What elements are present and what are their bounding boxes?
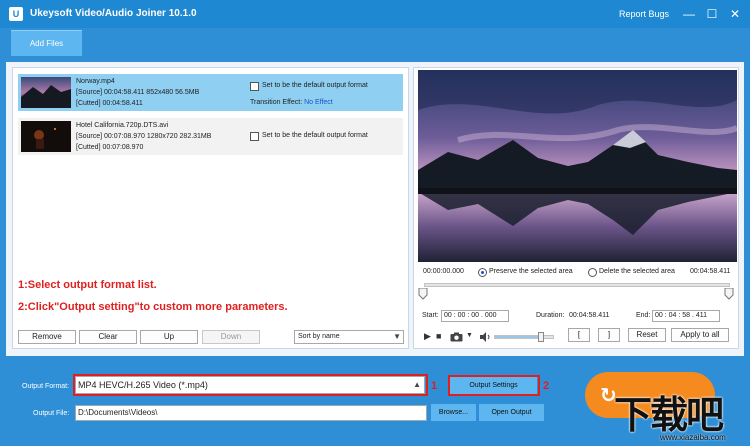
default-format-checkbox[interactable] — [250, 82, 259, 91]
start-marker-handle[interactable] — [418, 288, 428, 300]
highlight-box-settings — [448, 375, 540, 396]
output-file-input[interactable]: D:\Documents\Videos\ — [75, 405, 427, 421]
delete-area-label: Delete the selected area — [599, 268, 675, 275]
down-button[interactable]: Down — [202, 330, 260, 344]
marker-2: 2 — [543, 380, 550, 392]
close-button[interactable]: ✕ — [727, 5, 743, 23]
chevron-down-icon[interactable]: ▼ — [466, 332, 473, 339]
file-list-item[interactable]: Hotel California.720p.DTS.avi [Source] 0… — [18, 118, 403, 155]
file-cutted-info: [Cutted] 00:07:08.970 — [76, 144, 144, 151]
start-label: Start: — [422, 312, 439, 319]
instruction-step-1: 1:Select output format list. — [18, 279, 157, 291]
highlight-box-format — [73, 374, 428, 396]
file-info: Hotel California.720p.DTS.avi [Source] 0… — [76, 120, 211, 153]
file-source-info: [Source] 00:04:58.411 852x480 56.5MB — [76, 89, 200, 96]
duration-value: 00:04:58.411 — [569, 312, 610, 319]
transition-effect-link[interactable]: No Effect — [304, 99, 333, 106]
mark-out-button[interactable]: ] — [598, 328, 620, 342]
delete-area-radio[interactable] — [588, 268, 597, 277]
toolbar — [0, 28, 750, 62]
mark-in-button[interactable]: [ — [568, 328, 590, 342]
end-label: End: — [636, 312, 651, 319]
play-icon[interactable]: ▶ — [424, 331, 431, 342]
end-marker-handle[interactable] — [724, 288, 734, 300]
instruction-step-2: 2:Click"Output setting"to custom more pa… — [18, 301, 288, 313]
volume-slider-handle[interactable] — [537, 332, 544, 342]
default-format-label: Set to be the default output format — [262, 132, 368, 139]
duration-label: Duration: — [536, 312, 565, 319]
default-format-label: Set to be the default output format — [262, 82, 368, 89]
video-thumbnail — [21, 121, 71, 152]
add-files-button[interactable]: Add Files — [11, 30, 82, 56]
preserve-area-radio[interactable] — [478, 268, 487, 277]
output-format-label: Output Format: — [22, 383, 70, 390]
file-cutted-info: [Cutted] 00:04:58.411 — [76, 100, 143, 107]
report-bugs-link[interactable]: Report Bugs — [619, 9, 669, 19]
volume-slider[interactable] — [494, 335, 554, 339]
maximize-button[interactable]: ☐ — [704, 5, 720, 23]
camera-icon[interactable] — [450, 332, 463, 342]
title-bar: U Ukeysoft Video/Audio Joiner 10.1.0 Rep… — [0, 0, 750, 28]
video-thumbnail — [21, 77, 71, 108]
reset-button[interactable]: Reset — [628, 328, 666, 342]
file-info: Norway.mp4 [Source] 00:04:58.411 852x480… — [76, 76, 199, 109]
file-source-info: [Source] 00:07:08.970 1280x720 282.31MB — [76, 133, 212, 140]
timeline-end-time: 00:04:58.411 — [690, 268, 731, 275]
open-output-button[interactable]: Open Output — [479, 404, 544, 421]
sort-dropdown[interactable]: Sort by name ▼ — [294, 330, 404, 344]
sort-dropdown-value: Sort by name — [298, 333, 340, 340]
window-title: Ukeysoft Video/Audio Joiner 10.1.0 — [30, 8, 197, 19]
volume-icon[interactable] — [480, 332, 491, 342]
browse-button[interactable]: Browse... — [431, 404, 476, 421]
watermark-url: www.xiazaiba.com — [660, 433, 726, 442]
volume-fill — [495, 336, 541, 338]
file-name: Hotel California.720p.DTS.avi — [76, 122, 169, 129]
video-preview[interactable] — [418, 70, 737, 262]
marker-1: 1 — [431, 380, 438, 392]
start-time-input[interactable]: 00 : 00 : 00 . 000 — [441, 310, 509, 322]
default-format-checkbox[interactable] — [250, 132, 259, 141]
timeline-start-time: 00:00:00.000 — [423, 268, 464, 275]
remove-button[interactable]: Remove — [18, 330, 76, 344]
apply-to-all-button[interactable]: Apply to all — [671, 328, 729, 342]
timeline-slider[interactable] — [424, 283, 730, 287]
stop-icon[interactable]: ■ — [436, 331, 441, 341]
transition-effect-label: Transition Effect: No Effect — [250, 99, 333, 106]
clear-button[interactable]: Clear — [79, 330, 137, 344]
chevron-down-icon: ▼ — [393, 332, 401, 341]
output-file-label: Output File: — [33, 410, 70, 417]
app-logo-icon: U — [9, 7, 23, 21]
minimize-button[interactable]: — — [681, 5, 697, 23]
watermark-logo: 下载吧 — [614, 393, 724, 437]
file-name: Norway.mp4 — [76, 78, 115, 85]
preserve-area-label: Preserve the selected area — [489, 268, 573, 275]
file-list-item[interactable]: Norway.mp4 [Source] 00:04:58.411 852x480… — [18, 74, 403, 111]
end-time-input[interactable]: 00 : 04 : 58 . 411 — [652, 310, 720, 322]
up-button[interactable]: Up — [140, 330, 198, 344]
